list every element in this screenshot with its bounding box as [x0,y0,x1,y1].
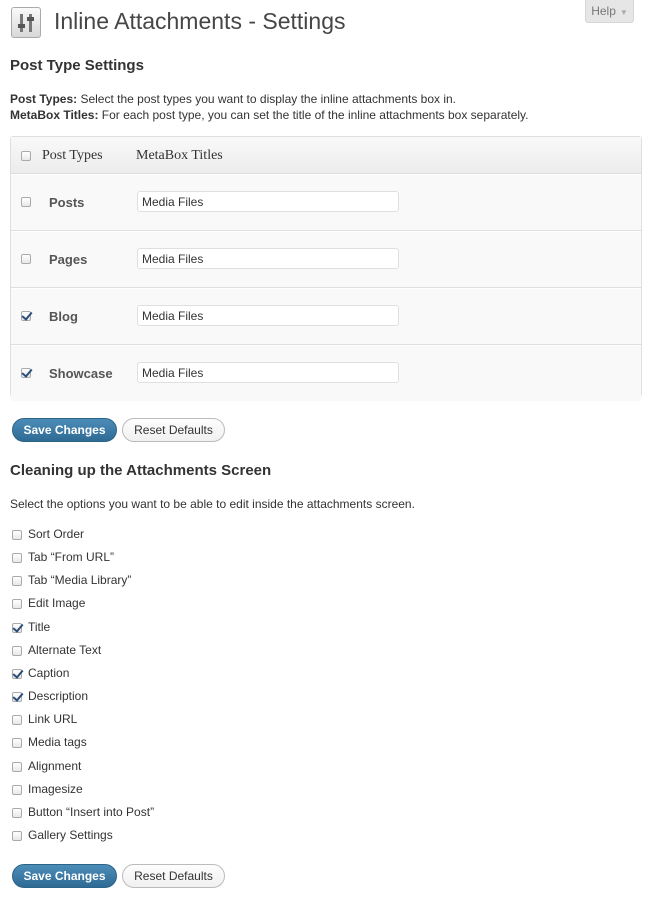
attachments-description: Select the options you want to be able t… [10,497,415,511]
post-type-label: Showcase [49,366,113,381]
table-row: Pages [11,231,641,288]
option-checkbox[interactable] [12,830,22,841]
select-all-checkbox[interactable] [21,151,31,161]
option-checkbox[interactable] [12,738,22,749]
post-type-label: Blog [49,309,78,324]
option-checkbox[interactable] [12,553,22,564]
metabox-title-input[interactable] [137,305,399,326]
option-checkbox[interactable] [12,645,22,656]
option-label: Media tags [28,735,87,750]
col-post-types: Post Types [42,148,103,163]
option-label: Imagesize [28,781,83,796]
table-row: Showcase [11,345,641,401]
metabox-title-input[interactable] [137,362,399,383]
option-checkbox[interactable] [12,599,22,610]
option-checkbox[interactable] [12,622,22,633]
reset-defaults-button-bottom[interactable]: Reset Defaults [122,864,225,888]
option-checkbox[interactable] [12,692,22,703]
post-types-description: Post Types: Select the post types you wa… [10,92,457,106]
option-label: Link URL [28,712,78,727]
option-label: Button “Insert into Post” [28,804,155,819]
option-checkbox[interactable] [12,784,22,795]
option-checkbox[interactable] [12,530,22,540]
option-label: Gallery Settings [28,827,113,842]
post-type-label: Posts [49,195,85,210]
table-row: Posts [11,174,641,231]
help-label: Help [591,4,616,18]
post-type-checkbox[interactable] [21,254,31,264]
option-label: Edit Image [28,596,86,611]
post-type-checkbox[interactable] [21,311,31,321]
post-type-heading: Post Type Settings [10,57,144,74]
option-label: Caption [28,665,70,680]
attachments-heading: Cleaning up the Attachments Screen [10,462,272,479]
option-label: Alternate Text [28,642,102,657]
option-checkbox[interactable] [12,668,22,679]
option-checkbox[interactable] [12,761,22,772]
option-checkbox[interactable] [12,576,22,587]
option-checkbox[interactable] [12,715,22,726]
col-metabox-titles: MetaBox Titles [136,148,223,163]
table-header: Post Types MetaBox Titles [11,137,641,174]
chevron-down-icon: ▼ [619,8,628,17]
option-label: Sort Order [28,527,85,541]
post-type-checkbox[interactable] [21,368,31,378]
option-label: Alignment [28,758,82,773]
post-type-checkbox[interactable] [21,197,31,207]
option-label: Description [28,689,89,704]
post-types-table: Post Types MetaBox Titles Posts Pages Blog… [10,136,642,401]
page-title: Inline Attachments - Settings [54,8,346,34]
table-row: Blog [11,288,641,345]
save-changes-button[interactable]: Save Changes [12,418,117,442]
help-tab[interactable]: Help ▼ [585,0,634,23]
option-label: Tab “Media Library” [28,573,132,588]
option-label: Title [28,619,51,634]
option-checkbox[interactable] [12,807,22,818]
option-label: Tab “From URL” [28,550,115,565]
settings-sliders-icon [11,7,41,38]
metabox-titles-description: MetaBox Titles: For each post type, you … [10,108,529,122]
metabox-title-input[interactable] [137,191,399,212]
metabox-title-input[interactable] [137,248,399,269]
save-changes-button-bottom[interactable]: Save Changes [12,864,117,888]
post-type-label: Pages [49,252,88,267]
reset-defaults-button[interactable]: Reset Defaults [122,418,225,442]
